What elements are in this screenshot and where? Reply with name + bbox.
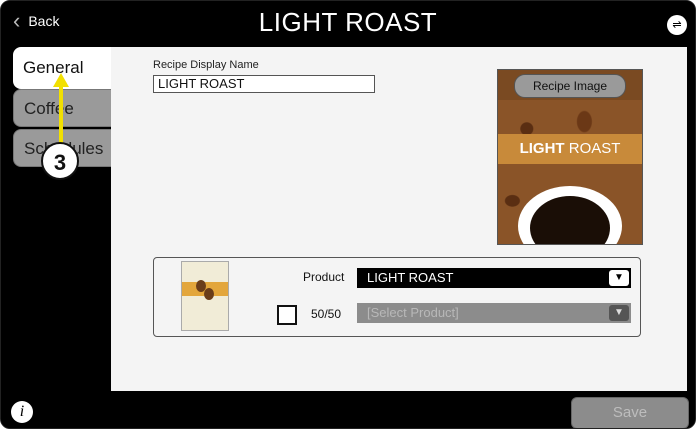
chevron-down-icon[interactable]: ▼ <box>609 270 629 286</box>
annotation-step-badge: 3 <box>41 142 79 180</box>
app-window: ‹ Back LIGHT ROAST ⇌ General Coffee Sche… <box>0 0 696 429</box>
product-select-value: LIGHT ROAST <box>367 270 454 285</box>
fifty-fifty-checkbox[interactable] <box>277 305 297 325</box>
usb-icon[interactable]: ⇌ <box>667 15 687 35</box>
info-icon[interactable]: i <box>11 401 33 423</box>
annotation-arrow <box>59 81 63 143</box>
chevron-down-icon[interactable]: ▼ <box>609 305 629 321</box>
recipe-display-name-input[interactable]: LIGHT ROAST <box>153 75 375 93</box>
fifty-fifty-label: 50/50 <box>311 307 342 321</box>
coffee-bag-icon <box>181 261 229 331</box>
top-bar: ‹ Back LIGHT ROAST ⇌ <box>1 1 695 47</box>
page-title: LIGHT ROAST <box>258 7 438 37</box>
tab-coffee[interactable]: Coffee <box>13 89 113 127</box>
second-product-placeholder: [Select Product] <box>367 305 459 320</box>
product-select[interactable]: LIGHT ROAST ▼ <box>357 268 631 288</box>
product-label: Product <box>303 270 345 284</box>
bean-icon <box>204 288 214 300</box>
recipe-image-button[interactable]: Recipe Image <box>514 74 626 98</box>
second-product-select[interactable]: [Select Product] ▼ <box>357 303 631 323</box>
annotation-arrowhead <box>53 73 69 87</box>
save-button[interactable]: Save <box>571 397 689 428</box>
recipe-image-banner: LIGHT ROAST <box>498 134 642 164</box>
recipe-display-name-label: Recipe Display Name <box>153 59 259 71</box>
recipe-image: LIGHT ROAST Recipe Image <box>497 69 643 245</box>
